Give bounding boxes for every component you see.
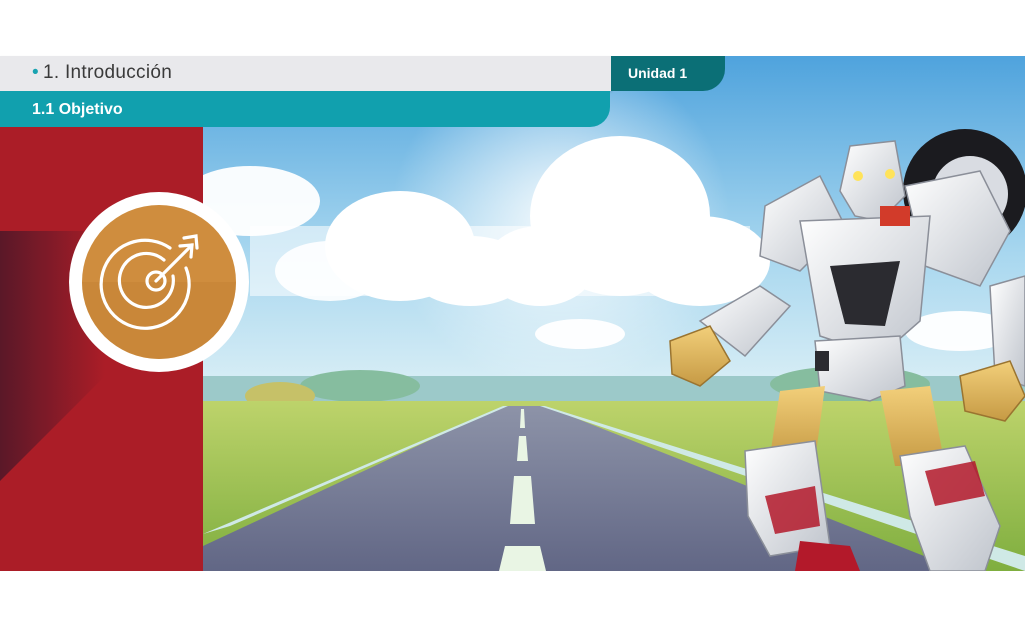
unit-label: Unidad 1 <box>628 65 688 81</box>
objective-badge <box>69 192 249 372</box>
section-bar: 1.1 Objetivo <box>0 91 610 127</box>
bullet-dot: • <box>32 62 39 83</box>
road-scene-illustration <box>0 56 1025 571</box>
slide-canvas <box>0 56 1025 571</box>
page-title: • 1. Introducción <box>32 62 172 84</box>
section-title: 1.1 Objetivo <box>32 101 123 118</box>
unit-tab[interactable]: Unidad 1 <box>611 56 725 91</box>
header-bar: • 1. Introducción <box>0 56 612 91</box>
page-title-text: 1. Introducción <box>42 62 173 83</box>
